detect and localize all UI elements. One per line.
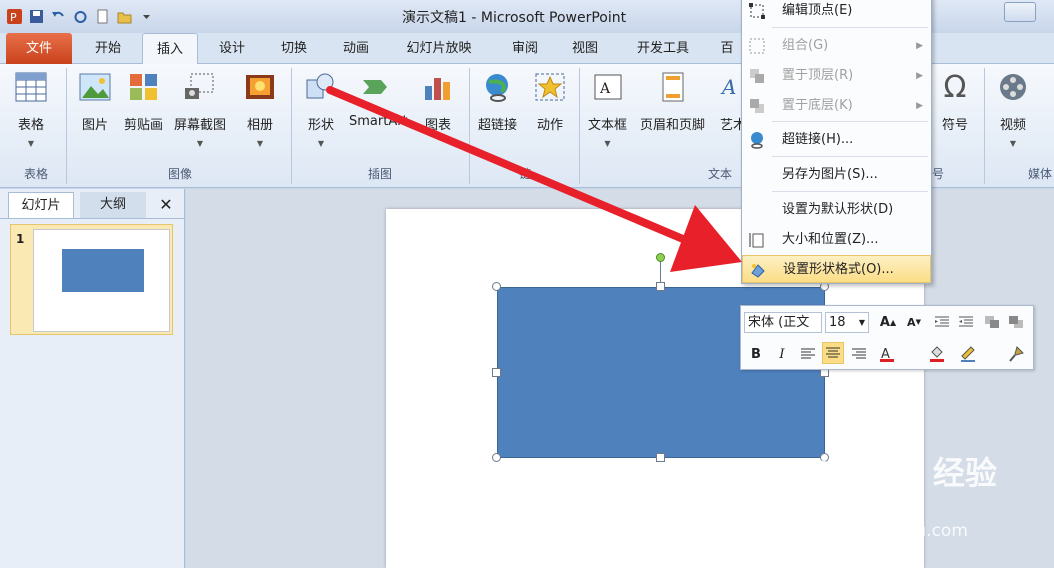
watermark-logo: Bai du 经验 <box>808 454 997 492</box>
watermark-url: jingyan.baidu.com <box>811 521 968 541</box>
